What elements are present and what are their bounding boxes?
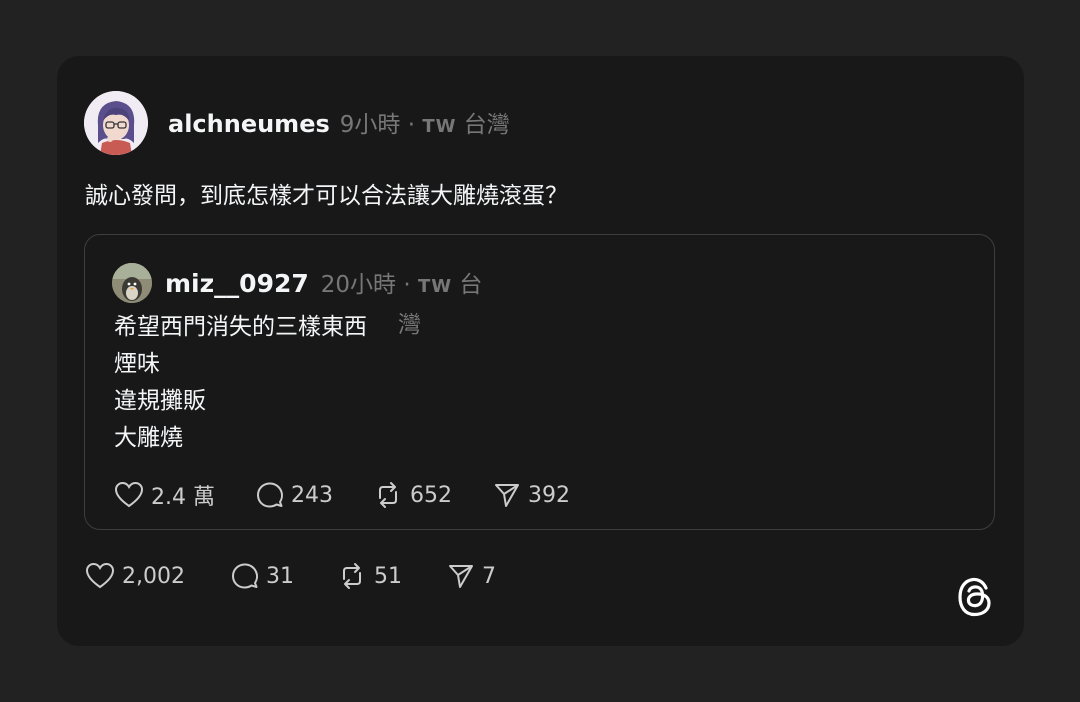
comment-button[interactable]: 31	[231, 562, 337, 590]
share-button[interactable]: 7	[447, 562, 496, 590]
quoted-line: 希望西門消失的三樣東西	[114, 314, 367, 340]
quoted-share-button[interactable]: 392	[493, 481, 570, 509]
post-card: alchneumes 9小時 · TW 台灣 誠心發問，到底怎樣才可以合法讓大雕…	[57, 56, 1024, 646]
comment-bubble-icon	[232, 563, 258, 589]
quoted-location-part1: 台	[459, 272, 483, 298]
quoted-like-button[interactable]: 2.4 萬	[114, 479, 256, 511]
quoted-repost-count: 652	[410, 482, 452, 508]
quoted-post[interactable]: miz__0927 20小時 · TW 台 灣 希望西門消失的三樣東西 煙味 違…	[84, 234, 995, 530]
country-code: TW	[422, 116, 457, 137]
threads-logo-icon[interactable]	[956, 576, 994, 618]
quoted-line: 煙味	[114, 351, 160, 377]
quoted-like-count: 2.4 萬	[151, 485, 215, 510]
quoted-post-time[interactable]: 20小時	[321, 272, 396, 298]
quoted-avatar-photo	[112, 263, 152, 303]
like-count: 2,002	[122, 563, 185, 589]
avatar-illustration	[84, 91, 148, 155]
threads-logo-glyph	[958, 577, 991, 617]
post-header: alchneumes 9小時 · TW 台灣	[168, 105, 510, 141]
quoted-line: 違規攤販	[114, 388, 206, 414]
quoted-country-code: TW	[417, 276, 453, 297]
post-text: 誠心發問，到底怎樣才可以合法讓大雕燒滾蛋？	[85, 183, 568, 209]
quoted-location-part2: 灣	[398, 312, 421, 338]
repost-count: 51	[374, 563, 402, 589]
heart-icon	[114, 481, 144, 508]
quoted-share-count: 392	[528, 482, 570, 508]
quoted-meta-separator: ·	[403, 272, 411, 298]
post-time[interactable]: 9小時	[340, 112, 401, 138]
send-icon	[495, 484, 519, 507]
comment-count: 31	[266, 563, 294, 589]
repost-button[interactable]: 51	[337, 562, 447, 590]
meta-separator: ·	[407, 112, 416, 138]
quoted-author-avatar[interactable]	[112, 263, 152, 303]
author-avatar[interactable]	[84, 91, 148, 155]
send-icon	[449, 565, 473, 588]
post-location: 台灣	[463, 112, 510, 138]
quoted-repost-button[interactable]: 652	[373, 481, 493, 509]
repost-icon	[379, 482, 397, 508]
quoted-action-bar: 2.4 萬 243 652 392	[114, 479, 570, 511]
quoted-post-text: 希望西門消失的三樣東西 煙味 違規攤販 大雕燒	[114, 309, 367, 457]
quoted-author-username[interactable]: miz__0927	[165, 269, 309, 298]
repost-icon	[343, 563, 361, 589]
quoted-comment-button[interactable]: 243	[256, 481, 373, 509]
quoted-line: 大雕燒	[114, 425, 183, 451]
comment-bubble-icon	[257, 482, 283, 508]
post-meta: 9小時 · TW 台灣	[340, 105, 510, 139]
quoted-post-header: miz__0927 20小時 · TW 台	[165, 265, 482, 299]
like-button[interactable]: 2,002	[85, 562, 231, 590]
author-username[interactable]: alchneumes	[168, 110, 330, 138]
quoted-comment-count: 243	[291, 482, 333, 508]
quoted-post-meta: 20小時 · TW 台	[321, 265, 483, 299]
action-bar: 2,002 31 51 7	[85, 562, 496, 590]
heart-icon	[85, 562, 115, 589]
share-count: 7	[482, 563, 496, 589]
